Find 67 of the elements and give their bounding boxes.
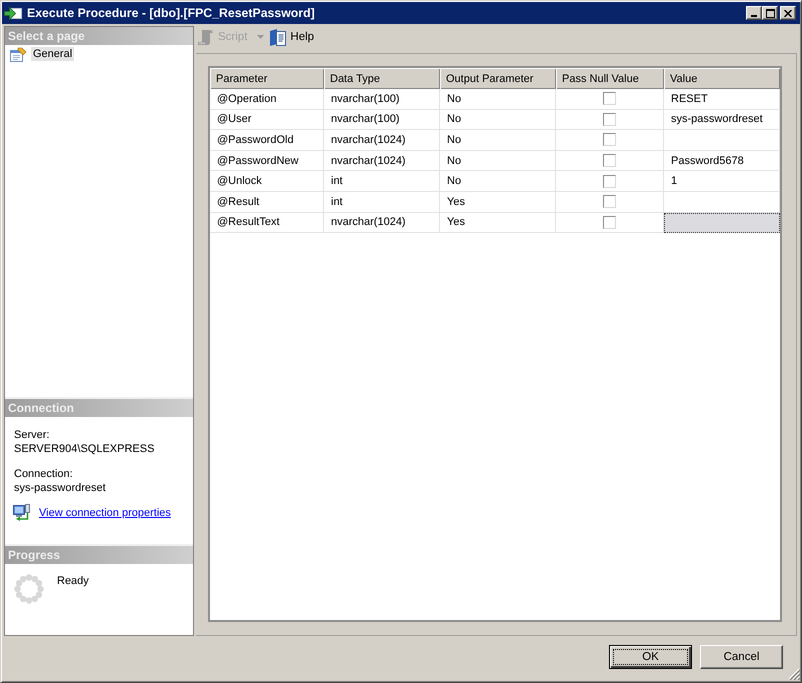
maximize-icon — [766, 8, 774, 18]
close-icon — [784, 10, 792, 16]
resize-grip-icon[interactable] — [788, 668, 800, 680]
minimize-icon — [751, 15, 757, 17]
progress-header: Progress — [5, 546, 193, 564]
value-cell[interactable]: Password5678 — [664, 150, 780, 172]
computer-icon — [13, 504, 31, 521]
value-cell[interactable] — [664, 130, 780, 151]
table-cell: nvarchar(1024) — [324, 212, 440, 234]
checkbox[interactable] — [603, 174, 616, 188]
table-cell: @Unlock — [210, 171, 324, 192]
table-cell: Yes — [440, 212, 556, 234]
checkbox[interactable] — [603, 216, 616, 229]
status-text: Ready — [57, 575, 89, 587]
table-cell: No — [440, 171, 556, 192]
checkbox[interactable] — [603, 154, 616, 168]
scroll-icon — [197, 28, 214, 46]
table-cell: @PasswordOld — [210, 130, 324, 151]
table-cell: nvarchar(1024) — [324, 150, 440, 172]
table-cell: No — [440, 130, 556, 151]
table-cell: int — [324, 192, 440, 213]
value-cell[interactable] — [664, 212, 780, 234]
checkbox[interactable] — [603, 133, 616, 146]
column-header: Pass Null Value — [556, 68, 664, 89]
minimize-button[interactable] — [746, 6, 762, 20]
dialog-button[interactable]: Cancel — [700, 645, 783, 669]
column-header: Data Type — [324, 68, 440, 89]
table-cell: @ResultText — [210, 212, 324, 234]
close-button[interactable] — [780, 6, 796, 20]
sidebar-header: Select a page — [5, 27, 193, 45]
connection-header: Connection — [5, 399, 193, 417]
table-cell: No — [440, 110, 556, 130]
column-header: Value — [664, 68, 780, 89]
spinner-icon — [14, 574, 44, 604]
table-cell: No — [440, 89, 556, 110]
connection-label: Connection: — [14, 467, 74, 481]
column-header: Parameter — [210, 68, 324, 89]
table-cell: Yes — [440, 192, 556, 213]
page-item[interactable]: General — [31, 47, 74, 61]
column-header: Output Parameter — [440, 68, 556, 89]
table-cell: @PasswordNew — [210, 150, 324, 172]
server-label: Server: — [14, 428, 50, 442]
caret-icon — [257, 35, 264, 39]
table-cell: nvarchar(100) — [324, 89, 440, 110]
table-cell: No — [440, 150, 556, 172]
value-cell[interactable]: RESET — [664, 89, 780, 110]
table-cell: @Result — [210, 192, 324, 213]
table-cell: int — [324, 171, 440, 192]
help-button[interactable]: Help — [270, 28, 314, 46]
checkbox[interactable] — [603, 195, 616, 208]
value-cell[interactable]: sys-passwordreset — [664, 110, 780, 130]
form-icon — [10, 46, 27, 62]
connection-properties-link[interactable]: View connection properties — [39, 506, 171, 520]
document-icon — [270, 28, 286, 46]
connection-name: sys-passwordreset — [14, 481, 107, 495]
table-cell: @User — [210, 110, 324, 130]
server-name: SERVER904\SQLEXPRESS — [14, 442, 156, 456]
table-cell: nvarchar(1024) — [324, 130, 440, 151]
table-cell: @Operation — [210, 89, 324, 110]
maximize-button[interactable] — [762, 6, 778, 20]
dialog-button[interactable]: OK — [609, 645, 692, 669]
arrow-icon — [4, 6, 22, 20]
checkbox[interactable] — [603, 112, 616, 126]
table-cell: nvarchar(100) — [324, 110, 440, 130]
value-cell[interactable]: 1 — [664, 171, 780, 192]
checkbox[interactable] — [603, 92, 616, 106]
window-title: Execute Procedure - [dbo].[FPC_ResetPassword] — [27, 6, 316, 20]
